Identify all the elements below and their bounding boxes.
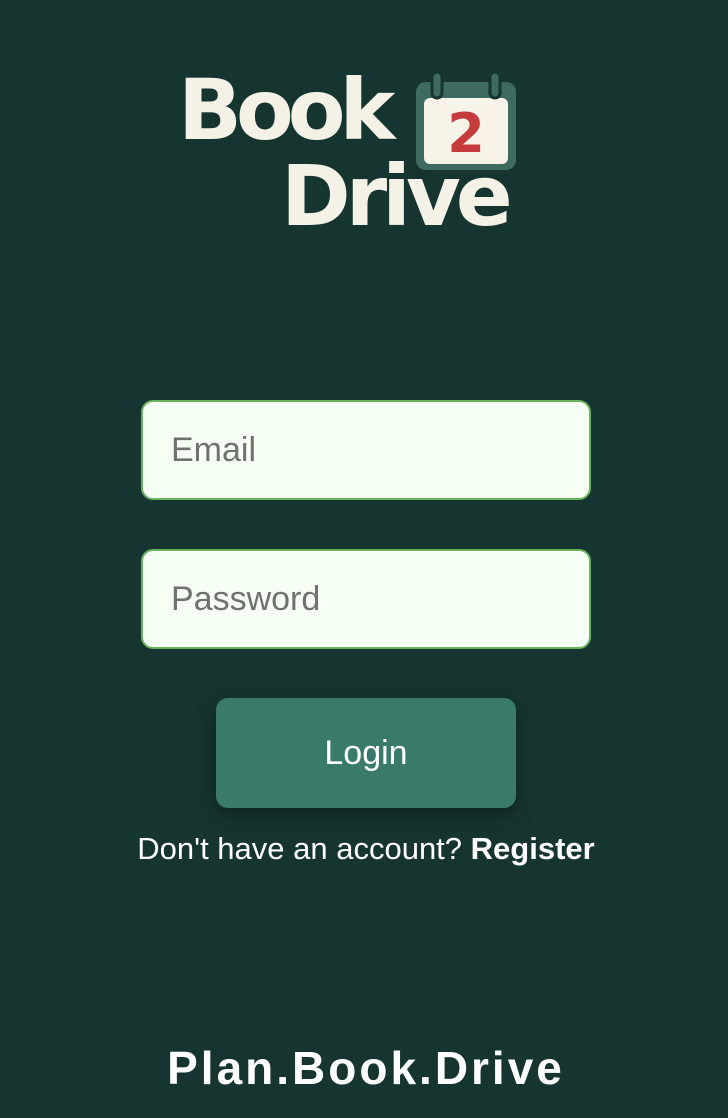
register-link[interactable]: Register: [471, 831, 595, 866]
password-field[interactable]: [141, 549, 591, 649]
app-logo: Book 2 Drive: [178, 62, 528, 242]
logo-word-drive: Drive: [281, 147, 513, 245]
register-prompt-text: Don't have an account?: [137, 831, 471, 866]
logo-word-book: Book: [178, 61, 395, 159]
email-field[interactable]: [141, 400, 591, 500]
register-prompt-row: Don't have an account? Register: [0, 829, 728, 869]
tagline: Plan.Book.Drive: [167, 1042, 565, 1094]
login-button[interactable]: Login: [216, 698, 516, 808]
login-screen: Book 2 Drive Login Don't have an account…: [0, 0, 728, 1118]
